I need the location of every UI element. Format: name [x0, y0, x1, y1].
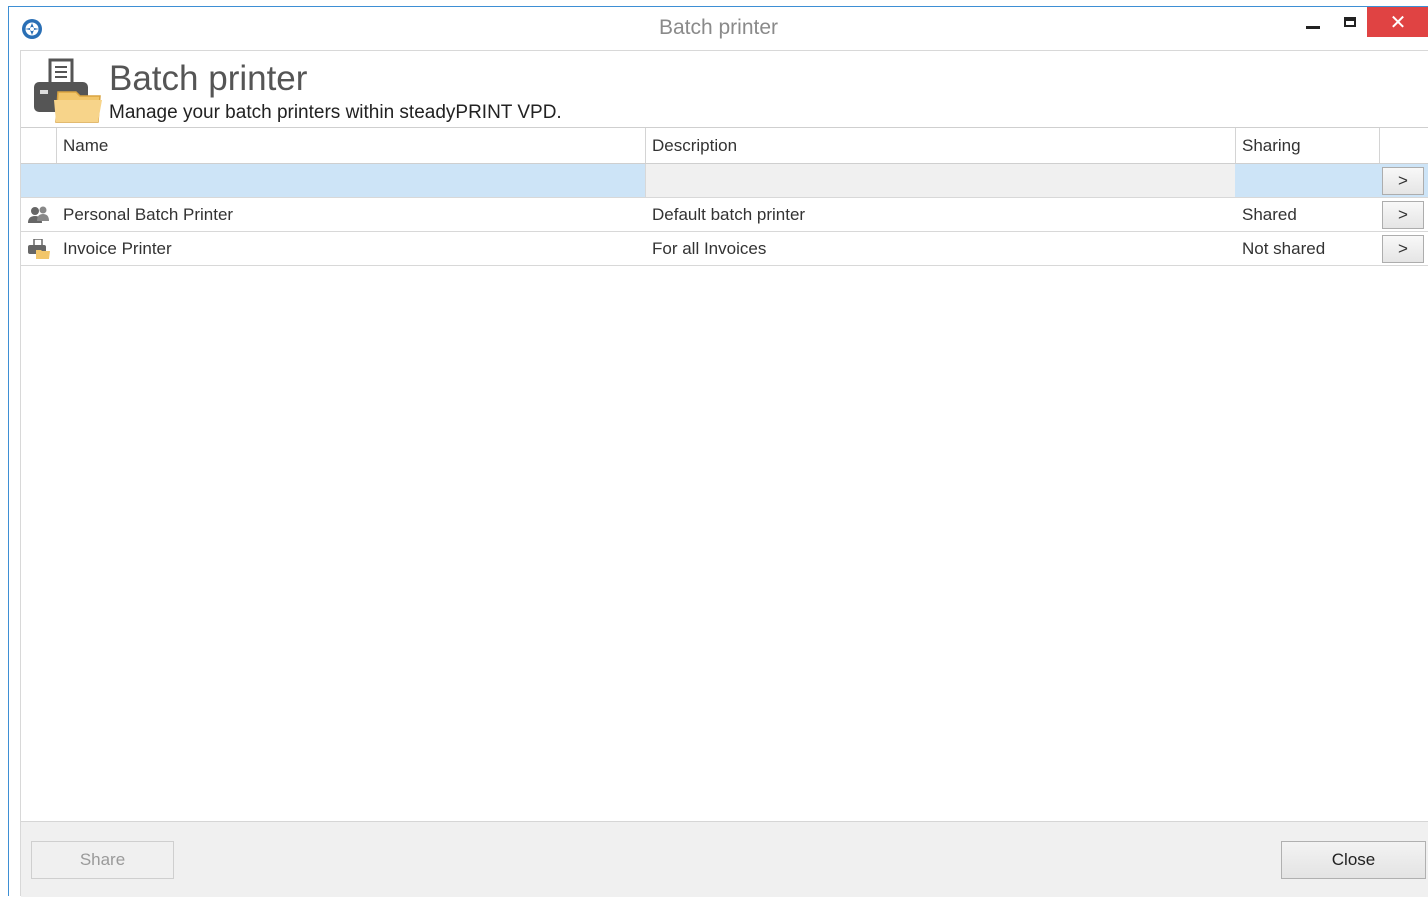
dialog-content: Batch printer Manage your batch printers… — [20, 50, 1428, 897]
table-row[interactable]: Invoice Printer For all Invoices Not sha… — [21, 232, 1428, 266]
page-title: Batch printer — [109, 59, 308, 98]
maximize-icon — [1344, 17, 1356, 27]
column-header-description[interactable]: Description — [645, 128, 1235, 163]
maximize-button[interactable] — [1333, 7, 1367, 37]
share-button[interactable]: Share — [31, 841, 174, 879]
shared-users-icon — [28, 206, 49, 223]
new-row-open-button[interactable]: > — [1382, 167, 1424, 195]
row-description: Default batch printer — [652, 205, 806, 224]
close-button[interactable]: Close — [1281, 841, 1426, 879]
title-bar[interactable]: Batch printer ✕ — [9, 7, 1428, 49]
printer-icon — [28, 239, 50, 259]
table-header: Name Description Sharing — [21, 127, 1428, 164]
batch-printer-table: Name Description Sharing > Personal Batc… — [21, 127, 1428, 266]
new-item-row[interactable]: > — [21, 164, 1428, 198]
table-row[interactable]: Personal Batch Printer Default batch pri… — [21, 198, 1428, 232]
row-open-button[interactable]: > — [1382, 201, 1424, 229]
batch-printer-window: Batch printer ✕ Batch printer Manage you… — [8, 6, 1428, 897]
close-window-button[interactable]: ✕ — [1367, 7, 1428, 37]
row-sharing: Shared — [1242, 205, 1297, 224]
row-description: For all Invoices — [652, 239, 767, 258]
column-header-sharing[interactable]: Sharing — [1235, 128, 1379, 163]
minimize-button[interactable] — [1296, 7, 1330, 37]
column-separator — [1379, 128, 1380, 163]
row-open-button[interactable]: > — [1382, 235, 1424, 263]
new-row-sharing-cell[interactable] — [1235, 164, 1379, 197]
row-sharing: Not shared — [1242, 239, 1326, 258]
page-subtitle: Manage your batch printers within steady… — [109, 102, 562, 123]
new-row-name-cell[interactable] — [21, 164, 645, 197]
new-row-description-cell[interactable] — [645, 164, 1235, 197]
dialog-footer: Share Close — [21, 821, 1428, 897]
column-header-name[interactable]: Name — [56, 128, 645, 163]
batch-printer-icon — [34, 58, 102, 123]
window-title: Batch printer — [658, 16, 779, 39]
row-name: Invoice Printer — [63, 239, 172, 258]
row-name: Personal Batch Printer — [63, 205, 234, 224]
minimize-icon — [1306, 25, 1320, 29]
close-icon: ✕ — [1389, 11, 1407, 34]
